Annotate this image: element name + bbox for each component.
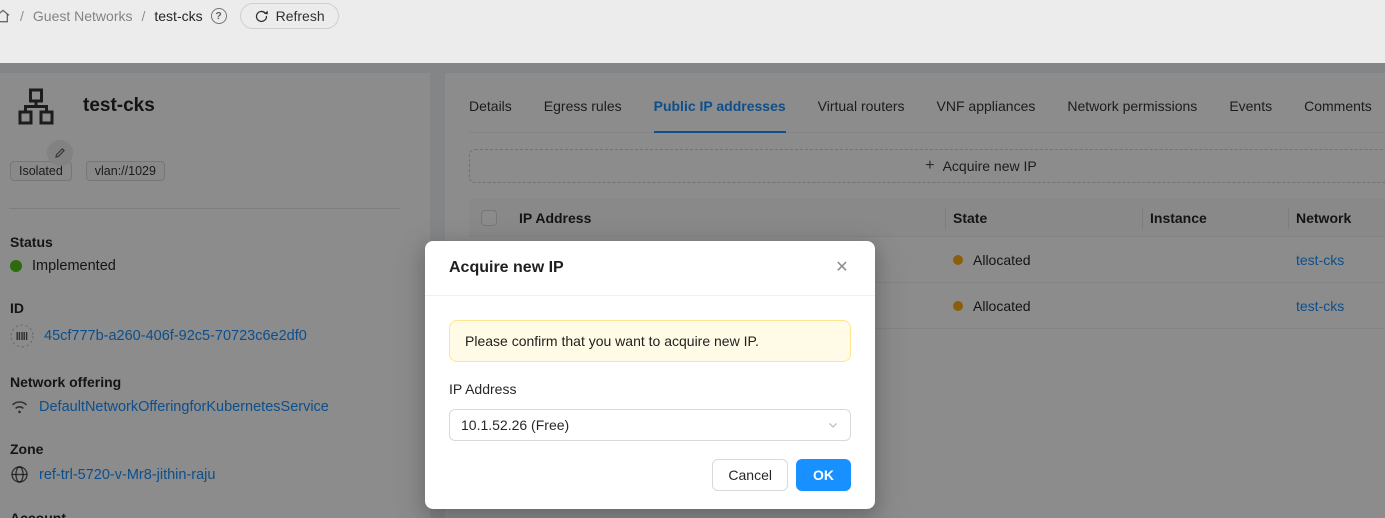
cloudstack-network-page: / Guest Networks / test-cks ? Refresh [0, 0, 1385, 518]
modal-footer: Cancel OK [449, 459, 851, 491]
refresh-label: Refresh [276, 8, 325, 24]
confirm-alert-text: Please confirm that you want to acquire … [465, 333, 759, 349]
refresh-button[interactable]: Refresh [240, 3, 339, 29]
modal-title: Acquire new IP [449, 257, 851, 279]
top-bar: / Guest Networks / test-cks ? Refresh [0, 0, 1385, 63]
home-icon[interactable] [0, 8, 11, 24]
confirm-alert: Please confirm that you want to acquire … [449, 320, 851, 362]
ip-address-select[interactable]: 10.1.52.26 (Free) [449, 409, 851, 441]
modal-body: Please confirm that you want to acquire … [425, 296, 875, 509]
close-icon[interactable]: ✕ [829, 255, 855, 281]
cancel-button[interactable]: Cancel [712, 459, 788, 491]
breadcrumb-guest-networks[interactable]: Guest Networks [33, 8, 133, 24]
chevron-down-icon [827, 419, 839, 431]
modal-header: Acquire new IP ✕ [425, 241, 875, 296]
breadcrumb: / Guest Networks / test-cks ? Refresh [0, 0, 1385, 32]
acquire-new-ip-modal: Acquire new IP ✕ Please confirm that you… [425, 241, 875, 509]
ok-button[interactable]: OK [796, 459, 851, 491]
ip-address-field-label: IP Address [449, 378, 851, 400]
reload-icon [254, 9, 269, 24]
breadcrumb-separator: / [20, 8, 24, 24]
breadcrumb-separator: / [141, 8, 145, 24]
breadcrumb-current-network: test-cks [154, 8, 202, 24]
ip-address-select-value: 10.1.52.26 (Free) [461, 417, 569, 433]
help-icon[interactable]: ? [211, 8, 227, 24]
